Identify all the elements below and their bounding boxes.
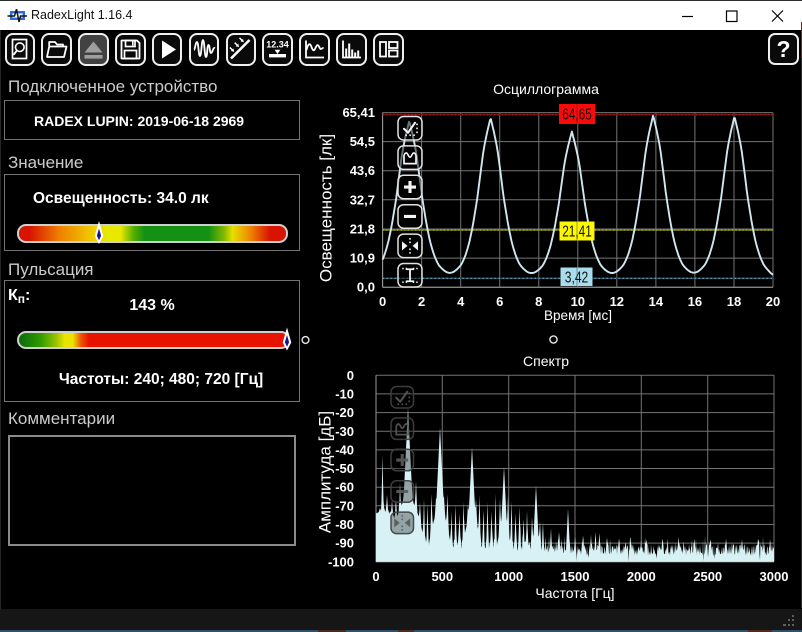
svg-text:12: 12 (610, 294, 624, 309)
svg-text:-90: -90 (335, 536, 354, 551)
svg-text:3000: 3000 (760, 569, 789, 584)
svg-text:0: 0 (379, 294, 386, 309)
svg-text:20: 20 (766, 294, 780, 309)
svg-text:-10: -10 (335, 386, 354, 401)
svg-text:4: 4 (457, 294, 465, 309)
svg-text:0: 0 (347, 368, 354, 383)
svg-text:21,8: 21,8 (350, 222, 375, 237)
svg-text:12.34: 12.34 (266, 39, 289, 49)
svg-text:Осциллограмма: Осциллограмма (493, 81, 599, 97)
svg-text:54,5: 54,5 (350, 134, 375, 149)
svg-text:Амплитуда [дБ]: Амплитуда [дБ] (315, 411, 334, 533)
svg-text:-80: -80 (335, 517, 354, 532)
svg-text:Частота [Гц]: Частота [Гц] (535, 585, 614, 601)
svg-text:-100: -100 (328, 554, 354, 569)
svg-text:Освещенность [лк]: Освещенность [лк] (316, 134, 335, 282)
svg-text:-20: -20 (335, 405, 354, 420)
svg-text:18: 18 (727, 294, 741, 309)
svg-text:65,41: 65,41 (342, 105, 375, 120)
svg-text:43,6: 43,6 (350, 163, 375, 178)
svg-text:2000: 2000 (627, 569, 656, 584)
svg-text:0,0: 0,0 (357, 280, 375, 295)
svg-text:-70: -70 (335, 498, 354, 513)
svg-text:32,7: 32,7 (350, 192, 375, 207)
svg-text:Время [мс]: Время [мс] (544, 308, 612, 323)
svg-text:0: 0 (372, 569, 379, 584)
svg-text:-30: -30 (335, 424, 354, 439)
svg-text:-50: -50 (335, 461, 354, 476)
svg-text:-40: -40 (335, 442, 354, 457)
svg-text:3,42: 3,42 (565, 269, 589, 286)
svg-text:14: 14 (649, 294, 664, 309)
svg-text:2: 2 (418, 294, 425, 309)
svg-text:1000: 1000 (494, 569, 523, 584)
svg-text:1500: 1500 (561, 569, 590, 584)
svg-text:16: 16 (688, 294, 702, 309)
svg-text:8: 8 (535, 294, 542, 309)
svg-text:10: 10 (571, 294, 585, 309)
svg-text:64,65: 64,65 (562, 107, 592, 124)
svg-text:2500: 2500 (693, 569, 722, 584)
svg-text:10,9: 10,9 (350, 251, 375, 266)
svg-text:21,41: 21,41 (562, 224, 592, 241)
svg-text:6: 6 (496, 294, 503, 309)
svg-text:-60: -60 (335, 480, 354, 495)
svg-text:500: 500 (431, 569, 453, 584)
svg-text:Спектр: Спектр (523, 353, 569, 369)
